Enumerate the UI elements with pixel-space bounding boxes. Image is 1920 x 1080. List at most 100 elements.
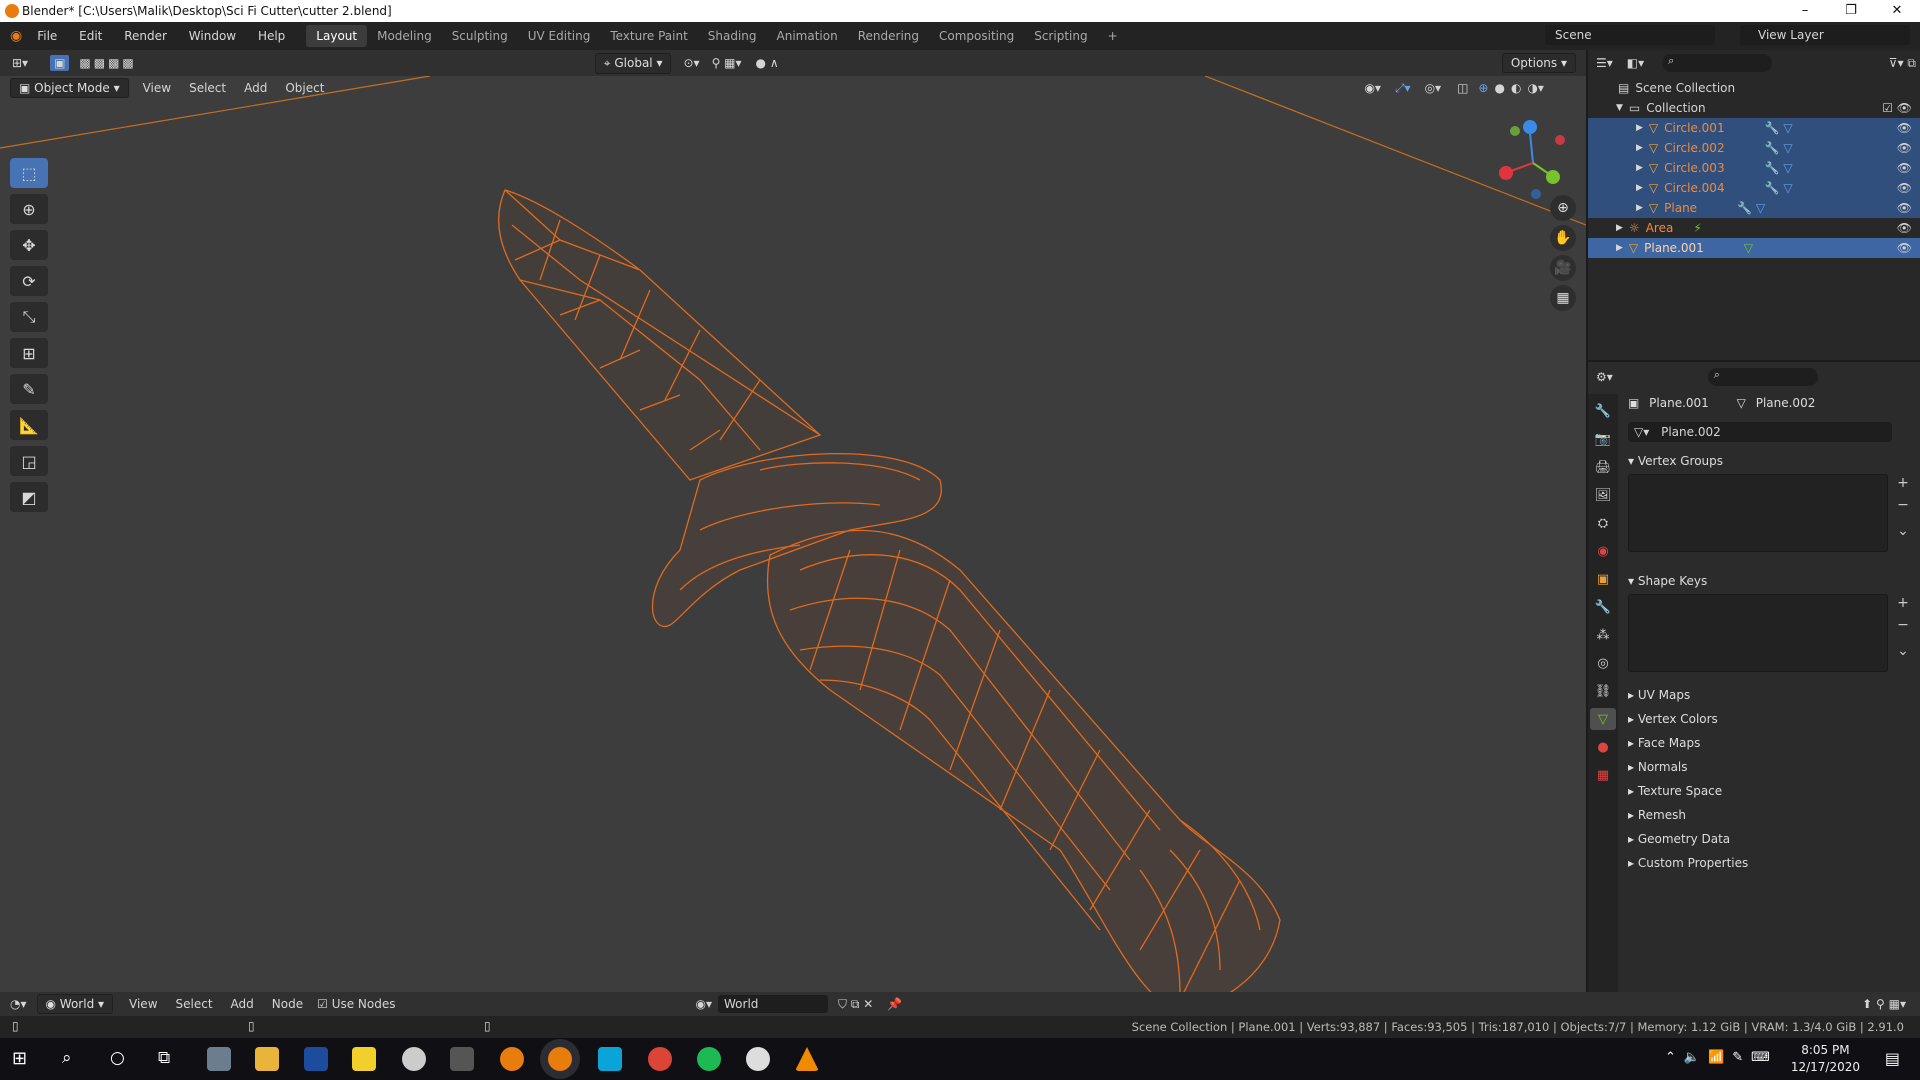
- outliner-item[interactable]: ▶ ▽ Circle.002 🔧 ▽ 👁: [1588, 138, 1920, 158]
- mode-dropdown[interactable]: ▣ Object Mode ▾: [10, 78, 129, 98]
- transform-tool-icon[interactable]: ⊞: [10, 338, 48, 368]
- menu-edit[interactable]: Edit: [70, 29, 111, 43]
- menu-select[interactable]: Select: [189, 81, 226, 95]
- shape-keys-header[interactable]: ▾ Shape Keys: [1628, 574, 1707, 588]
- view-layer-tab-icon[interactable]: 🖼: [1590, 484, 1616, 506]
- modifier-icon[interactable]: 🔧 ▽: [1765, 181, 1793, 195]
- remove-shape-key-button[interactable]: −: [1894, 616, 1912, 634]
- panel-remesh[interactable]: ▸ Remesh: [1628, 808, 1686, 822]
- eye-icon[interactable]: 👁: [1897, 201, 1912, 215]
- tab-animation[interactable]: Animation: [767, 25, 848, 47]
- shear-tool-icon[interactable]: ◩: [10, 482, 48, 512]
- snap-icon[interactable]: ⚲ ▦▾: [712, 56, 742, 70]
- move-tool-icon[interactable]: ✥: [10, 230, 48, 260]
- notification-icon[interactable]: ▤: [1885, 1049, 1900, 1068]
- modifier-tab-icon[interactable]: 🔧: [1590, 596, 1616, 618]
- app-icon-5[interactable]: [402, 1047, 426, 1071]
- maximize-button[interactable]: ❐: [1828, 0, 1874, 22]
- chrome-icon[interactable]: [648, 1047, 672, 1071]
- 3d-viewport[interactable]: ⊞▾ ▣ ▩▩▩▩ ⌖ Global ▾ ⊙▾ ⚲ ▦▾ ● ∧ Options…: [0, 50, 1586, 992]
- menu-render[interactable]: Render: [115, 29, 176, 43]
- spotify-icon[interactable]: [697, 1047, 721, 1071]
- scale-tool-icon[interactable]: ⤡: [10, 302, 48, 332]
- add-vertex-group-button[interactable]: +: [1894, 474, 1912, 492]
- expand-icon[interactable]: ▶: [1636, 163, 1643, 173]
- menu-window[interactable]: Window: [180, 29, 245, 43]
- pan-hand-icon[interactable]: ✋: [1550, 225, 1576, 251]
- shape-keys-list[interactable]: [1628, 594, 1888, 672]
- pivot-icon[interactable]: ⊙▾: [683, 56, 699, 70]
- gizmo-toggle-icon[interactable]: ⤢▾: [1395, 81, 1411, 96]
- annotate-tool-icon[interactable]: ✎: [10, 374, 48, 404]
- app-icon-12[interactable]: [746, 1047, 770, 1071]
- close-button[interactable]: ✕: [1874, 0, 1920, 22]
- physics-tab-icon[interactable]: ◎: [1590, 652, 1616, 674]
- blender-active-icon[interactable]: [548, 1047, 572, 1071]
- add-workspace-button[interactable]: +: [1098, 25, 1128, 47]
- blender-icon[interactable]: [500, 1047, 524, 1071]
- proportional-edit-icon[interactable]: ● ∧: [756, 56, 779, 70]
- y-axis-icon[interactable]: [1546, 170, 1560, 184]
- panel-texture-space[interactable]: ▸ Texture Space: [1628, 784, 1722, 798]
- properties-type-icon[interactable]: ⚙▾: [1596, 370, 1613, 384]
- particles-tab-icon[interactable]: ⁂: [1590, 624, 1616, 646]
- sticky-notes-icon[interactable]: [352, 1047, 376, 1071]
- properties-search-input[interactable]: ⌕: [1707, 368, 1818, 386]
- tab-scripting[interactable]: Scripting: [1024, 25, 1097, 47]
- eye-icon[interactable]: 👁: [1897, 141, 1912, 155]
- tab-layout[interactable]: Layout: [306, 25, 368, 47]
- shader-menu-node[interactable]: Node: [272, 997, 303, 1011]
- modifier-icon[interactable]: 🔧 ▽: [1737, 201, 1765, 215]
- clock[interactable]: 8:05 PM 12/17/2020: [1791, 1042, 1860, 1076]
- transform-orientation-dropdown[interactable]: ⌖ Global ▾: [594, 52, 672, 74]
- zoom-icon[interactable]: ⊕: [1550, 195, 1576, 221]
- modifier-icon[interactable]: 🔧 ▽: [1765, 161, 1793, 175]
- measure-tool-icon[interactable]: 📐: [10, 410, 48, 440]
- output-tab-icon[interactable]: 🖨: [1590, 456, 1616, 478]
- remove-vertex-group-button[interactable]: −: [1894, 496, 1912, 514]
- select-tool-icon[interactable]: ⬚: [10, 158, 48, 188]
- expand-icon[interactable]: ▶: [1636, 183, 1643, 193]
- select-box-icon[interactable]: ▣: [50, 55, 70, 71]
- panel-face-maps[interactable]: ▸ Face Maps: [1628, 736, 1700, 750]
- windows-start-icon[interactable]: ⊞: [12, 1048, 27, 1069]
- shading-solid-icon[interactable]: ●: [1494, 81, 1504, 95]
- cursor-tool-icon[interactable]: ⊕: [10, 194, 48, 224]
- app-icon-3[interactable]: [304, 1047, 328, 1071]
- outliner-search-input[interactable]: ⌕: [1662, 54, 1773, 72]
- outliner-item[interactable]: ▶ ▽ Circle.004 🔧 ▽ 👁: [1588, 178, 1920, 198]
- shader-menu-add[interactable]: Add: [231, 997, 254, 1011]
- blender-menu-icon[interactable]: ◉: [10, 28, 22, 44]
- pin-icon[interactable]: 📌: [887, 997, 902, 1011]
- menu-file[interactable]: File: [28, 29, 66, 43]
- eye-icon[interactable]: 👁: [1897, 241, 1912, 255]
- texture-tab-icon[interactable]: ▦: [1590, 764, 1616, 786]
- panel-geometry-data[interactable]: ▸ Geometry Data: [1628, 832, 1730, 846]
- constraints-tab-icon[interactable]: ⛓: [1590, 680, 1616, 702]
- app-icon-6[interactable]: [450, 1047, 474, 1071]
- mesh-data-tab-icon[interactable]: ▽: [1590, 708, 1616, 730]
- shape-key-menu-icon[interactable]: ⌄: [1894, 642, 1912, 660]
- world-datablock-icons[interactable]: ⛉ ⧉ ✕: [838, 997, 873, 1012]
- eye-icon[interactable]: 👁: [1897, 221, 1912, 235]
- modifier-icon[interactable]: 🔧 ▽: [1765, 121, 1793, 135]
- outliner-row-collection[interactable]: ▼ ▭ Collection ☑ 👁: [1588, 98, 1920, 118]
- visibility-icon[interactable]: ◉▾: [1364, 81, 1381, 95]
- expand-icon[interactable]: ▶: [1616, 243, 1623, 253]
- system-tray-icons[interactable]: ⌃🔈📶✎⌨: [1665, 1050, 1778, 1065]
- expand-icon[interactable]: ▶: [1636, 123, 1643, 133]
- outliner-row-scene-collection[interactable]: ▤ Scene Collection: [1588, 78, 1920, 98]
- modifier-icon[interactable]: 🔧 ▽: [1765, 141, 1793, 155]
- parent-node-tree-icon[interactable]: ⬆ ⚲ ▦▾: [1862, 997, 1906, 1011]
- view-layer-selector[interactable]: View Layer: [1740, 25, 1910, 45]
- world-name-field[interactable]: World: [718, 995, 828, 1013]
- options-dropdown[interactable]: Options ▾: [1501, 53, 1576, 73]
- tab-rendering[interactable]: Rendering: [848, 25, 929, 47]
- select-mode-icons[interactable]: ▩▩▩▩: [79, 56, 136, 70]
- filter-icon[interactable]: ⊽▾ ⧉: [1889, 56, 1916, 71]
- app-icon-1[interactable]: [207, 1047, 231, 1071]
- tab-texture-paint[interactable]: Texture Paint: [600, 25, 697, 47]
- file-explorer-icon[interactable]: [255, 1047, 279, 1071]
- outliner-item[interactable]: ▶ ▽ Plane 🔧 ▽ 👁: [1588, 198, 1920, 218]
- material-tab-icon[interactable]: ●: [1590, 736, 1616, 758]
